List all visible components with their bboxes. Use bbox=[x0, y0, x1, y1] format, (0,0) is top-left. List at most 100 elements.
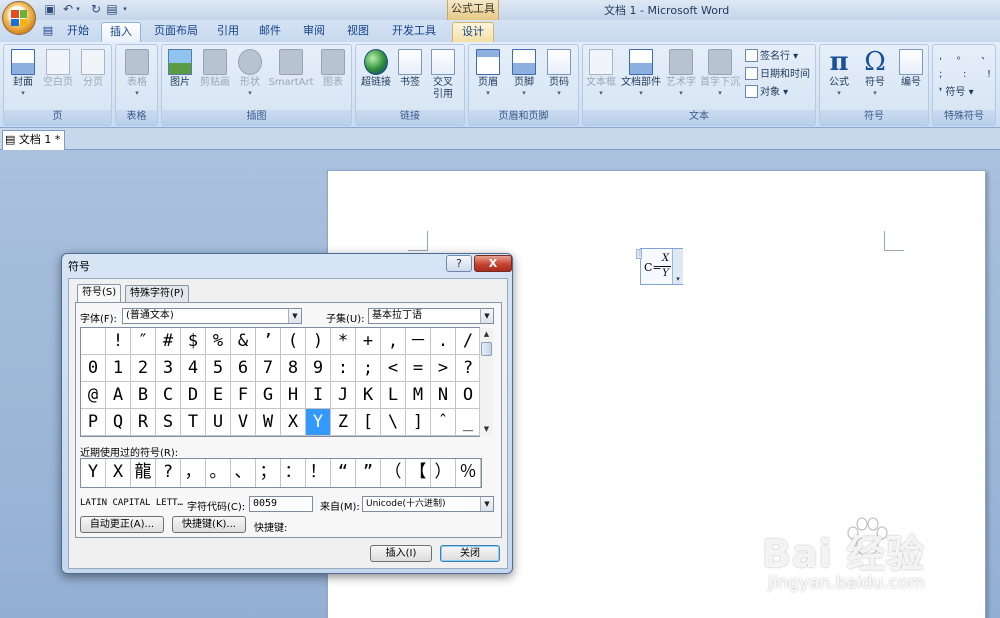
symbol-cell[interactable]: 2 bbox=[131, 355, 156, 382]
recent-symbol-cell[interactable]: （ bbox=[381, 459, 406, 487]
print-preview-icon[interactable]: ▤ bbox=[104, 2, 120, 17]
symbol-cell[interactable]: S bbox=[156, 409, 181, 436]
symbol-cell[interactable]: O bbox=[456, 382, 481, 409]
equation-options-dropdown[interactable]: ▾ bbox=[672, 249, 683, 284]
symbol-cell[interactable]: \ bbox=[381, 409, 406, 436]
symbol-cell[interactable]: F bbox=[231, 382, 256, 409]
symbol-cell[interactable]: L bbox=[381, 382, 406, 409]
special-symbol-semicolon[interactable]: ; bbox=[939, 67, 942, 83]
picture-button[interactable]: 图片 bbox=[166, 47, 194, 89]
blank-page-button[interactable]: 空白页 bbox=[42, 47, 74, 89]
symbol-cell[interactable]: 6 bbox=[231, 355, 256, 382]
symbol-cell[interactable]: 7 bbox=[256, 355, 281, 382]
symbol-cell[interactable]: P bbox=[81, 409, 106, 436]
textbox-button[interactable]: 文本框 ▾ bbox=[585, 47, 617, 97]
symbol-cell[interactable]: ] bbox=[406, 409, 431, 436]
recent-symbol-cell[interactable]: ％ bbox=[456, 459, 481, 487]
symbol-cell[interactable]: / bbox=[456, 328, 481, 355]
object-button[interactable]: 对象 ▾ bbox=[745, 85, 788, 101]
recent-symbol-cell[interactable]: 。 bbox=[206, 459, 231, 487]
symbol-cell[interactable]: 3 bbox=[156, 355, 181, 382]
symbol-cell[interactable]: Q bbox=[106, 409, 131, 436]
chevron-down-icon[interactable]: ▼ bbox=[288, 309, 301, 323]
dropcap-button[interactable]: 首字下沉 ▾ bbox=[699, 47, 741, 97]
symbol-cell[interactable]: _ bbox=[456, 409, 481, 436]
symbol-cell[interactable]: W bbox=[256, 409, 281, 436]
dialog-close-button[interactable]: X bbox=[474, 255, 512, 272]
symbol-cell[interactable]: ’ bbox=[256, 328, 281, 355]
symbol-cell[interactable]: U bbox=[206, 409, 231, 436]
cover-page-button[interactable]: 封面 ▾ bbox=[8, 47, 38, 97]
from-select[interactable]: Unicode(十六进制) ▼ bbox=[362, 496, 494, 512]
symbol-cell[interactable]: － bbox=[406, 328, 431, 355]
numbering-button[interactable]: 编号 bbox=[896, 47, 926, 89]
symbol-cell[interactable]: 5 bbox=[206, 355, 231, 382]
special-symbol-period[interactable]: 。 bbox=[957, 49, 967, 65]
symbol-cell[interactable]: < bbox=[381, 355, 406, 382]
symbol-cell[interactable]: @ bbox=[81, 382, 106, 409]
font-select[interactable]: (普通文本) ▼ bbox=[122, 308, 302, 324]
tab-developer[interactable]: 开发工具 bbox=[388, 22, 440, 42]
symbol-cell[interactable]: 8 bbox=[281, 355, 306, 382]
subset-select[interactable]: 基本拉丁语 ▼ bbox=[368, 308, 494, 324]
symbol-cell[interactable]: E bbox=[206, 382, 231, 409]
symbol-cell[interactable]: 9 bbox=[306, 355, 331, 382]
smartart-button[interactable]: SmartArt bbox=[268, 47, 314, 89]
header-button[interactable]: 页眉 ▾ bbox=[473, 47, 503, 97]
help-button[interactable]: ? bbox=[446, 255, 472, 272]
tab-design[interactable]: 设计 bbox=[452, 22, 494, 42]
recent-symbol-cell[interactable]: “ bbox=[331, 459, 356, 487]
symbol-cell[interactable]: K bbox=[356, 382, 381, 409]
shapes-button[interactable]: 形状 ▾ bbox=[236, 47, 264, 97]
symbol-cell[interactable]: 1 bbox=[106, 355, 131, 382]
scrollbar-thumb[interactable] bbox=[481, 342, 492, 356]
symbol-cell[interactable]: N bbox=[431, 382, 456, 409]
tab-references[interactable]: 引用 bbox=[212, 22, 244, 42]
recent-symbol-cell[interactable]: 【 bbox=[406, 459, 431, 487]
bookmark-button[interactable]: 书签 bbox=[396, 47, 424, 89]
special-symbol-dunhao[interactable]: 、 bbox=[981, 49, 991, 65]
clipart-button[interactable]: 剪贴画 bbox=[198, 47, 232, 89]
char-code-input[interactable]: 0059 bbox=[249, 496, 313, 512]
document-tab[interactable]: ▤ 文档 1 * bbox=[2, 130, 65, 150]
shortcut-key-button[interactable]: 快捷键(K)... bbox=[172, 516, 246, 533]
symbol-cell[interactable]: G bbox=[256, 382, 281, 409]
equation-object[interactable]: ⋮ C= X Y ▾ bbox=[636, 248, 683, 285]
symbol-cell[interactable]: ? bbox=[456, 355, 481, 382]
tab-home[interactable]: 开始 bbox=[60, 22, 96, 42]
symbol-cell[interactable]: R bbox=[131, 409, 156, 436]
symbol-grid-scrollbar[interactable]: ▲ ▼ bbox=[479, 328, 493, 436]
symbol-cell[interactable]: [ bbox=[356, 409, 381, 436]
symbol-cell[interactable] bbox=[81, 328, 106, 355]
symbol-cell[interactable]: * bbox=[331, 328, 356, 355]
tab-mailings[interactable]: 邮件 bbox=[254, 22, 286, 42]
symbol-cell[interactable]: C bbox=[156, 382, 181, 409]
symbol-cell[interactable]: V bbox=[231, 409, 256, 436]
symbol-cell[interactable]: , bbox=[381, 328, 406, 355]
tab-review[interactable]: 审阅 bbox=[298, 22, 330, 42]
symbol-cell[interactable]: M bbox=[406, 382, 431, 409]
wordart-button[interactable]: 艺术字 ▾ bbox=[665, 47, 697, 97]
recent-symbol-cell[interactable]: ： bbox=[281, 459, 306, 487]
special-symbol-exclaim[interactable]: ! bbox=[987, 67, 991, 83]
equation-button[interactable]: π 公式 ▾ bbox=[824, 47, 854, 97]
symbol-cell[interactable]: A bbox=[106, 382, 131, 409]
insert-button[interactable]: 插入(I) bbox=[370, 545, 432, 562]
recent-symbol-cell[interactable]: 龍 bbox=[131, 459, 156, 487]
symbol-cell[interactable]: % bbox=[206, 328, 231, 355]
recent-symbol-cell[interactable]: 、 bbox=[231, 459, 256, 487]
recent-symbol-cell[interactable]: ； bbox=[256, 459, 281, 487]
symbol-cell[interactable]: $ bbox=[181, 328, 206, 355]
special-symbol-comma[interactable]: , bbox=[939, 49, 942, 65]
symbol-cell[interactable]: ( bbox=[281, 328, 306, 355]
symbol-cell[interactable]: # bbox=[156, 328, 181, 355]
chevron-down-icon[interactable]: ▼ bbox=[480, 497, 493, 511]
table-button[interactable]: 表格 ▾ bbox=[122, 47, 152, 97]
symbol-cell[interactable]: ˆ bbox=[431, 409, 456, 436]
recent-symbol-cell[interactable]: ， bbox=[181, 459, 206, 487]
page-break-button[interactable]: 分页 bbox=[78, 47, 108, 89]
recent-symbol-cell[interactable]: ） bbox=[431, 459, 456, 487]
symbol-cell[interactable]: ″ bbox=[131, 328, 156, 355]
symbol-cell[interactable]: & bbox=[231, 328, 256, 355]
recent-symbol-cell[interactable]: ！ bbox=[306, 459, 331, 487]
